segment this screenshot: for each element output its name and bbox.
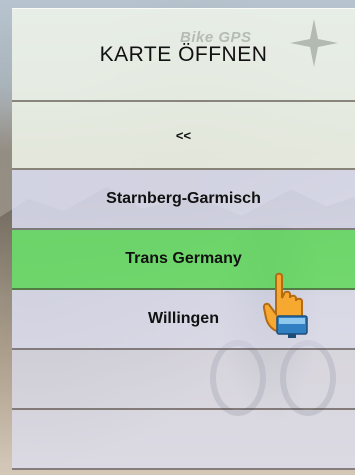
route-item-empty[interactable] bbox=[12, 410, 355, 470]
app-brand: Bike GPS bbox=[180, 29, 252, 46]
route-label: Willingen bbox=[148, 310, 219, 327]
route-item-starnberg-garmisch[interactable]: Starnberg-Garmisch bbox=[12, 170, 355, 230]
route-label: Trans Germany bbox=[125, 250, 242, 267]
open-map-label: KARTE ÖFFNEN bbox=[99, 42, 268, 66]
open-map-button[interactable]: Bike GPS KARTE ÖFFNEN bbox=[12, 8, 355, 102]
star-logo-icon bbox=[290, 19, 338, 67]
back-label: << bbox=[175, 127, 192, 143]
back-button[interactable]: << bbox=[12, 102, 355, 170]
route-label: Starnberg-Garmisch bbox=[106, 190, 261, 207]
monitor-icon bbox=[276, 315, 308, 338]
route-menu: Bike GPS KARTE ÖFFNEN << Starnberg-Garmi… bbox=[12, 8, 355, 470]
route-item-empty[interactable] bbox=[12, 350, 355, 410]
